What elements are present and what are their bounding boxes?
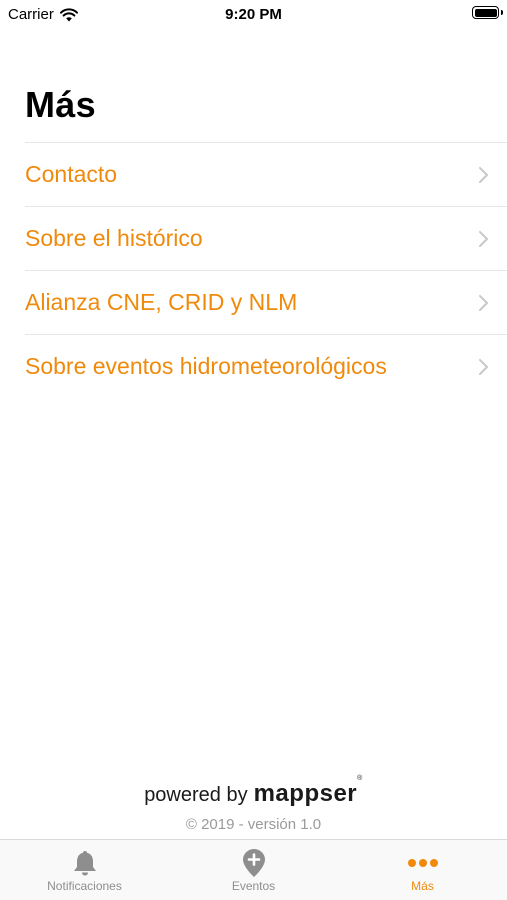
status-bar: Carrier 9:20 PM — [0, 0, 507, 30]
tab-eventos[interactable]: Eventos — [169, 840, 338, 900]
tab-bar: Notificaciones Eventos Más — [0, 839, 507, 900]
bell-icon — [69, 848, 101, 878]
menu-item-sobre-el-historico[interactable]: Sobre el histórico — [25, 207, 507, 271]
menu-item-label: Sobre el histórico — [25, 225, 203, 251]
powered-by: powered by mappser® — [0, 775, 507, 808]
menu-item-label: Alianza CNE, CRID y NLM — [25, 289, 298, 315]
page-title: Más — [25, 84, 96, 125]
tab-label: Más — [411, 879, 434, 893]
tab-mas[interactable]: Más — [338, 840, 507, 900]
menu-item-sobre-eventos[interactable]: Sobre eventos hidrometeorológicos — [25, 335, 507, 398]
version-info: © 2019 - versión 1.0 — [185, 816, 322, 833]
powered-by-label: powered by — [144, 784, 248, 806]
mappser-logo: mappser® — [253, 775, 363, 808]
tab-label: Notificaciones — [47, 879, 122, 893]
battery-icon — [472, 6, 503, 19]
tab-notificaciones[interactable]: Notificaciones — [0, 840, 169, 900]
brand-mark: ® — [357, 775, 363, 782]
chevron-right-icon — [479, 166, 488, 183]
menu-item-contacto[interactable]: Contacto — [25, 143, 507, 207]
brand-name: mappser — [253, 780, 358, 807]
more-menu-list: Contacto Sobre el histórico Alianza CNE,… — [25, 142, 507, 398]
more-dots-icon — [407, 848, 439, 878]
status-time: 9:20 PM — [225, 6, 282, 23]
tab-label: Eventos — [231, 879, 276, 893]
chevron-right-icon — [479, 358, 488, 375]
map-pin-plus-icon — [238, 848, 270, 878]
menu-item-label: Sobre eventos hidrometeorológicos — [25, 353, 387, 379]
chevron-right-icon — [479, 294, 488, 311]
menu-item-label: Contacto — [25, 161, 118, 187]
menu-item-alianza[interactable]: Alianza CNE, CRID y NLM — [25, 271, 507, 335]
chevron-right-icon — [479, 230, 488, 247]
battery-level — [474, 8, 497, 17]
